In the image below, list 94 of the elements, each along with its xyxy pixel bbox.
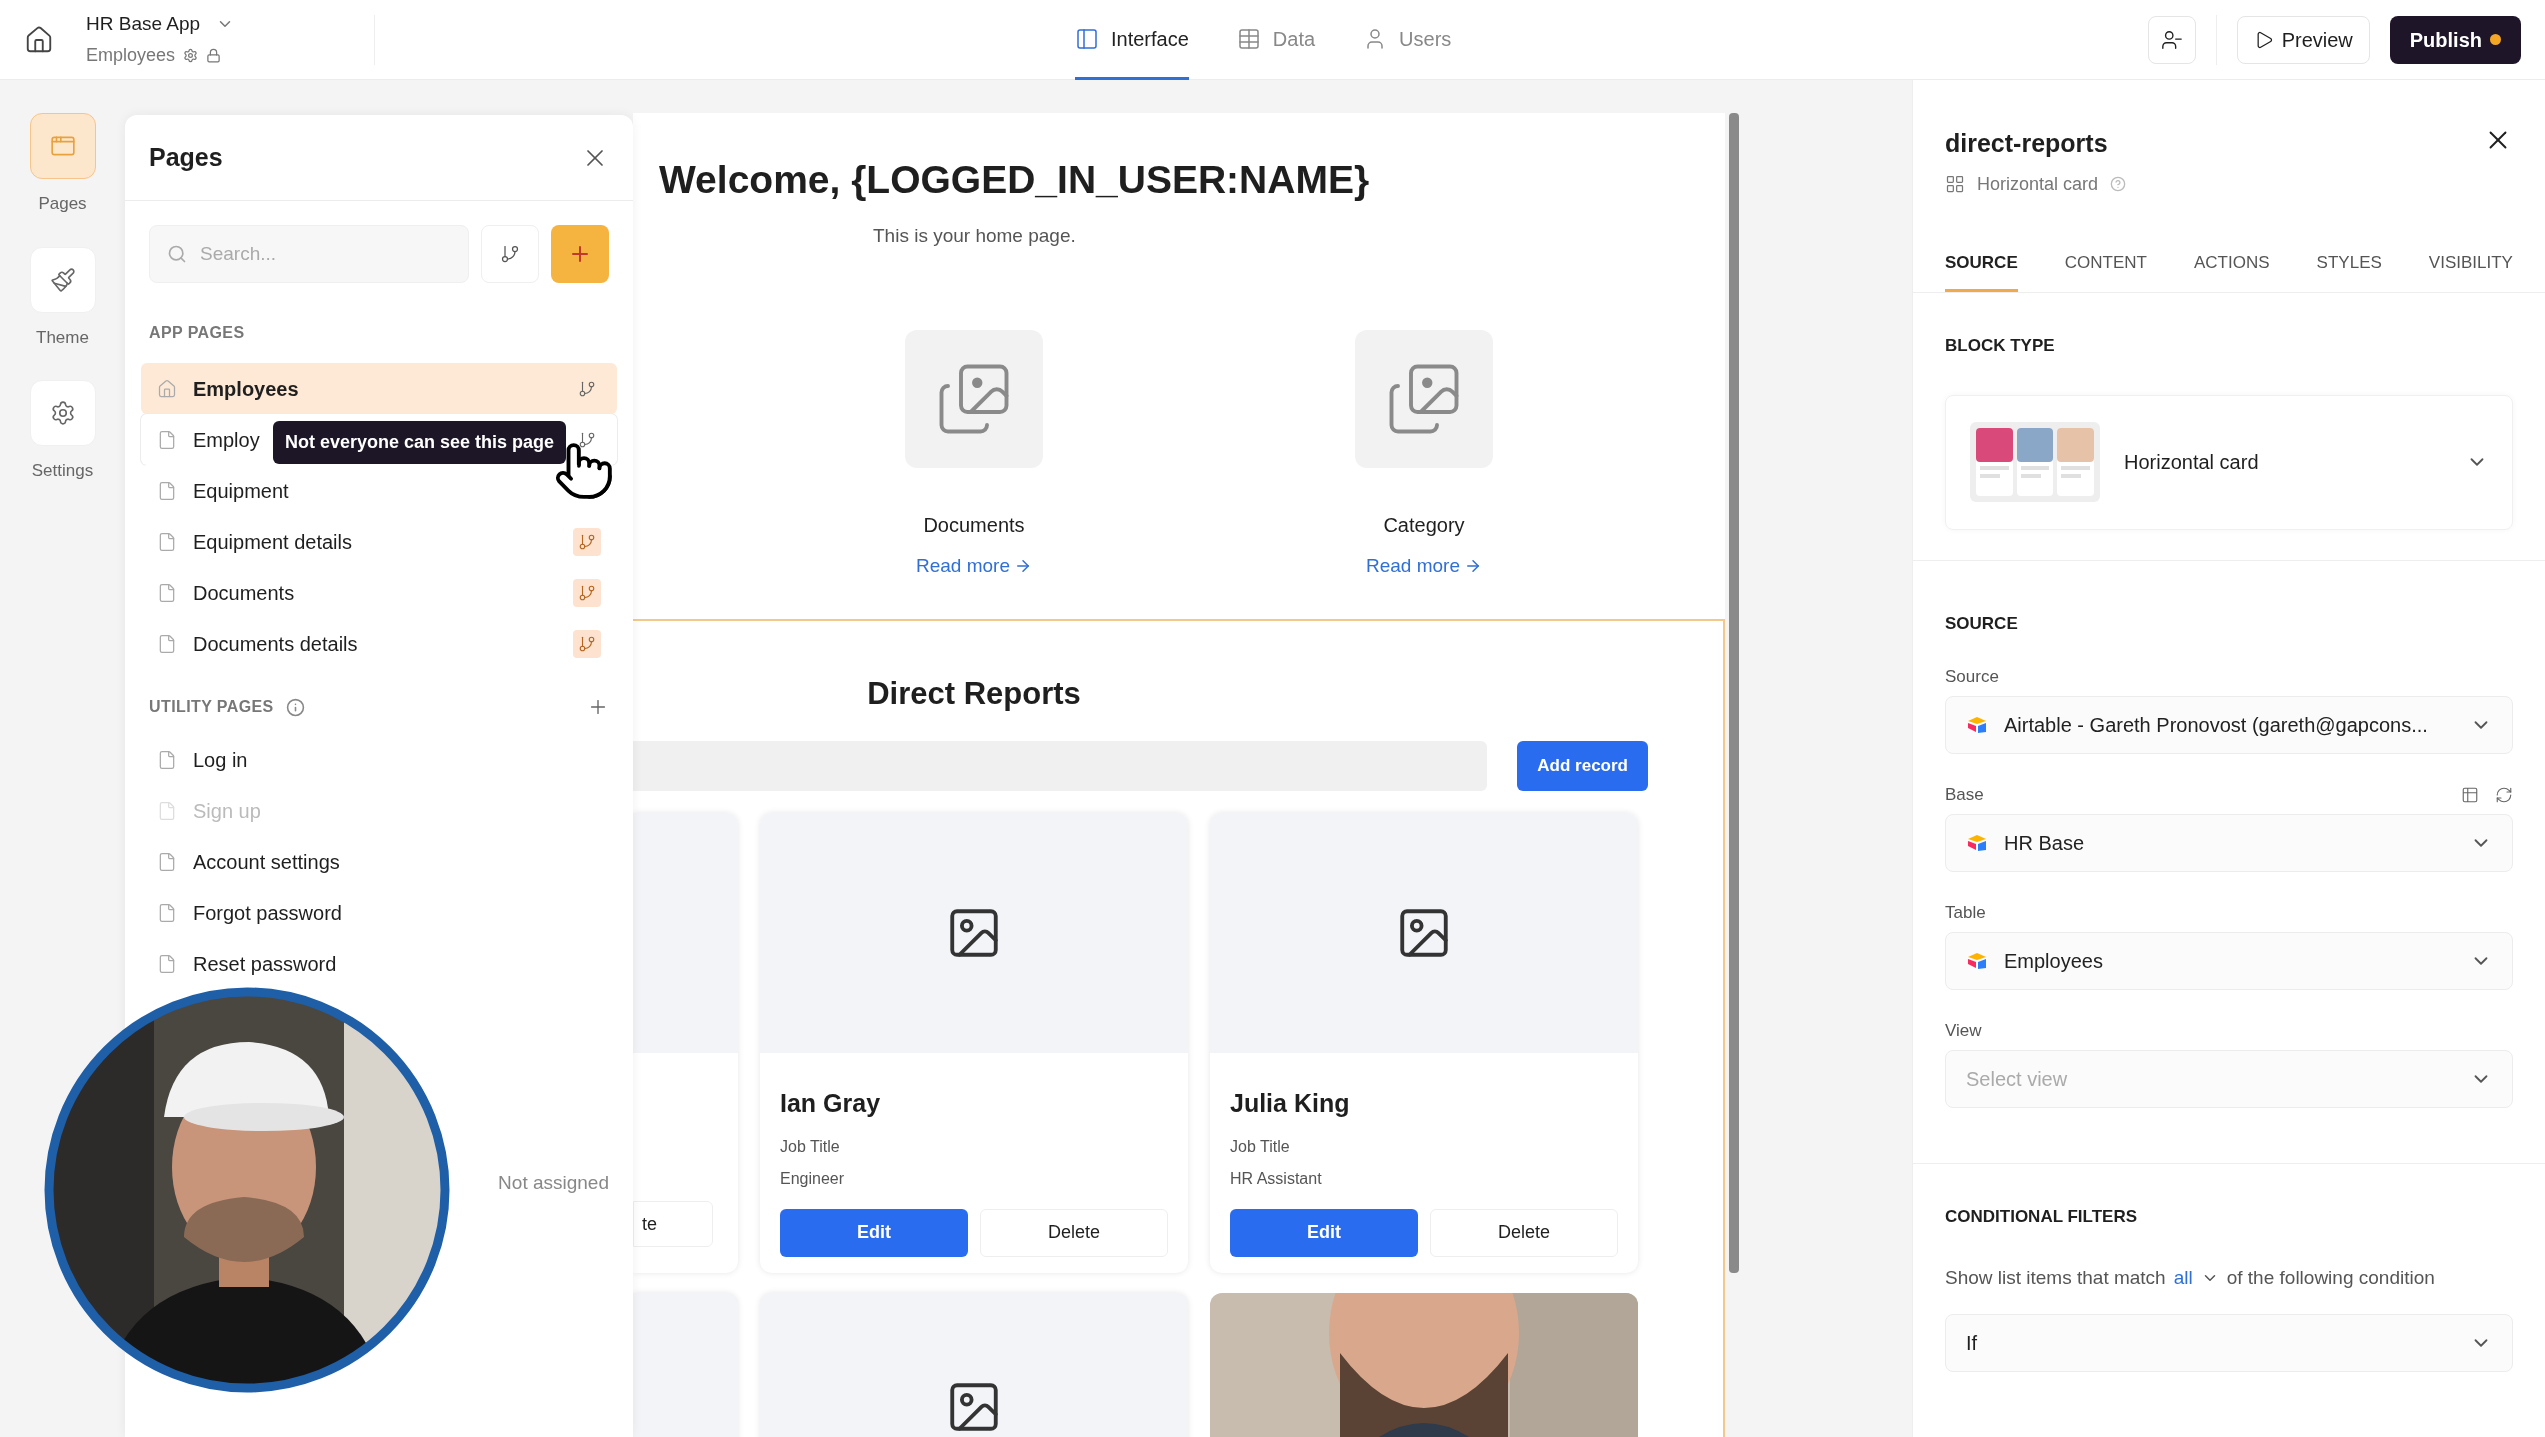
delete-button[interactable]: Delete — [980, 1208, 1168, 1257]
source-logo-icon — [1966, 952, 1988, 970]
lock-icon — [206, 48, 222, 64]
page-item[interactable]: Employees — [141, 363, 617, 414]
section-heading: BLOCK TYPE — [1945, 335, 2056, 357]
filter-text: Show list items that match — [1945, 1265, 2166, 1290]
welcome-subtitle: This is your home page. — [873, 223, 1077, 248]
assignment-status: Not assigned — [498, 1171, 609, 1195]
settings-icon — [183, 48, 199, 64]
table-icon[interactable] — [2461, 786, 2479, 804]
field-label: Table — [1945, 902, 1986, 925]
section-heading: SOURCE — [1945, 612, 2019, 635]
user-icon — [2160, 28, 2183, 51]
home-icon — [157, 378, 177, 399]
branch-icon — [500, 244, 520, 264]
source-logo-icon — [1966, 716, 1988, 734]
inspector-tab[interactable]: STYLES — [2316, 249, 2382, 292]
nav-tab[interactable]: Data — [1236, 0, 1316, 80]
select-field[interactable]: Employees — [1945, 932, 2513, 990]
block-name: direct-reports — [1945, 128, 2109, 159]
page-icon — [157, 480, 177, 501]
filter-text: of the following condition — [2226, 1265, 2435, 1290]
field-label: View — [1945, 1020, 1982, 1043]
page-icon — [157, 851, 177, 872]
paintbrush-icon — [49, 266, 76, 293]
source-logo-icon — [1966, 834, 1988, 852]
page-icon — [157, 531, 177, 552]
select-field[interactable]: HR Base — [1945, 814, 2513, 872]
delete-button[interactable]: te — [633, 1201, 713, 1247]
page-icon — [157, 749, 177, 770]
nav-tab[interactable]: Users — [1363, 0, 1452, 80]
welcome-heading: Welcome, {LOGGED_IN_USER:NAME} — [659, 157, 1371, 203]
add-record-button[interactable]: Add record — [1517, 741, 1648, 791]
block-type-select[interactable]: Horizontal card — [1945, 394, 2513, 530]
record-name: Julia King — [1230, 1088, 1351, 1119]
field-value: Engineer — [780, 1168, 846, 1189]
user-access-button[interactable] — [2147, 15, 2196, 64]
app-name: HR Base App — [86, 11, 201, 36]
preview-button[interactable]: Preview — [2236, 15, 2370, 64]
publish-button[interactable]: Publish — [2389, 15, 2521, 64]
help-icon — [2110, 176, 2127, 192]
section-heading: CONDITIONAL FILTERS — [1945, 1206, 2139, 1228]
edit-button[interactable]: Edit — [780, 1208, 968, 1257]
grid-icon — [1945, 174, 1965, 194]
hand-cursor-icon — [553, 440, 615, 502]
page-item[interactable]: Account settings — [141, 836, 617, 887]
category-title: Documents — [923, 513, 1025, 538]
field-label: Source — [1945, 666, 1999, 689]
section-heading: APP PAGES — [148, 323, 246, 343]
inspector-tab[interactable]: SOURCE — [1945, 249, 2018, 292]
table-icon — [1236, 26, 1261, 51]
select-field[interactable]: Airtable - Gareth Pronovost (gareth@gapcons... — [1945, 696, 2513, 754]
search-icon — [167, 244, 187, 264]
page-icon — [157, 902, 177, 923]
read-more-link[interactable]: Read more — [1366, 552, 1460, 581]
rail-label: Settings — [31, 460, 94, 482]
refresh-icon[interactable] — [2495, 786, 2513, 804]
page-icon — [157, 582, 177, 603]
edit-button[interactable]: Edit — [1230, 1208, 1418, 1257]
page-icon — [157, 953, 177, 974]
home-icon[interactable] — [24, 24, 54, 55]
page-icon — [157, 429, 177, 450]
page-item[interactable]: Reset password — [141, 938, 617, 989]
rail-label: Pages — [38, 193, 87, 215]
field-value: HR Assistant — [1230, 1168, 1323, 1189]
info-icon — [285, 697, 305, 717]
section-heading: UTILITY PAGES — [149, 697, 274, 717]
field-label: Job Title — [1230, 1136, 1291, 1157]
rail-label: Theme — [36, 326, 89, 349]
page-icon — [157, 800, 177, 821]
page-item[interactable]: Log in — [141, 734, 617, 785]
settings-icon — [49, 400, 76, 426]
inspector-tab[interactable]: ACTIONS — [2194, 249, 2270, 292]
field-label: Job Title — [780, 1136, 841, 1157]
section-title: Direct Reports — [866, 674, 1082, 713]
current-page-name: Employees — [86, 44, 176, 68]
field-label: Base — [1945, 784, 1984, 807]
tooltip: Not everyone can see this page — [273, 421, 567, 464]
inspector-tab[interactable]: CONTENT — [2064, 249, 2147, 292]
inspector-tab[interactable]: VISIBILITY — [2428, 249, 2513, 292]
record-name: Ian Gray — [780, 1088, 882, 1119]
panel-title: Pages — [149, 141, 223, 173]
nav-tab[interactable]: Interface — [1075, 0, 1189, 80]
page-item[interactable]: Forgot password — [141, 887, 617, 938]
delete-button[interactable]: Delete — [1430, 1208, 1618, 1257]
page-icon — [157, 633, 177, 654]
panel-icon — [1075, 26, 1099, 51]
condition-select[interactable]: If — [1945, 1314, 2513, 1372]
branch-button[interactable] — [481, 225, 539, 283]
read-more-link[interactable]: Read more — [916, 552, 1010, 581]
category-title: Category — [1383, 513, 1465, 538]
search-field[interactable]: Search... — [149, 225, 469, 283]
block-type-label: Horizontal card — [1977, 172, 2099, 196]
match-dropdown[interactable]: all — [2173, 1263, 2193, 1292]
